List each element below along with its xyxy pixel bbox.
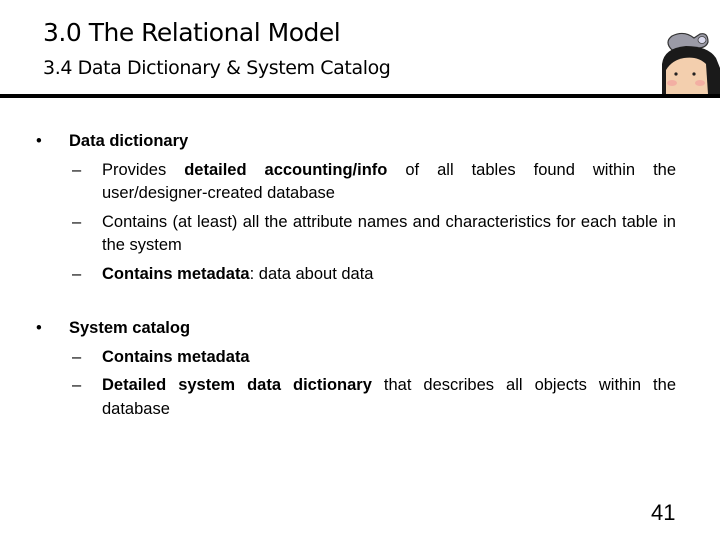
section-system-catalog: • System catalog – Contains metadata – D…: [36, 317, 676, 421]
mascot-character-icon: [662, 32, 720, 94]
slide-title: 3.0 The Relational Model: [43, 18, 341, 47]
sub-bullet-item: – Provides detailed accounting/info of a…: [72, 159, 676, 206]
bullet-heading: System catalog: [69, 319, 191, 337]
bullet-heading: Data dictionary: [69, 132, 189, 150]
section-data-dictionary: • Data dictionary – Provides detailed ac…: [36, 130, 676, 286]
page-number: 41: [651, 500, 676, 525]
bullet-item: • Data dictionary: [36, 130, 676, 154]
dash-icon: –: [72, 160, 82, 179]
bullet-item: • System catalog: [36, 317, 676, 341]
dash-icon: –: [72, 264, 82, 283]
sub-bullet-item: – Detailed system data dictionary that d…: [72, 374, 676, 421]
sub-bullet-text: Provides: [102, 160, 185, 179]
sub-bullet-item: – Contains (at least) all the attribute …: [72, 211, 676, 258]
sub-bullet-bold-text: Contains metadata: [102, 264, 250, 283]
sub-bullet-bold-text: detailed accounting/info: [184, 160, 388, 179]
sub-bullet-item: – Contains metadata: [72, 346, 676, 370]
sub-bullet-bold-text: Detailed system data dictionary: [102, 376, 372, 394]
sub-bullet-bold-text: Contains metadata: [102, 347, 250, 366]
bullet-icon: •: [36, 132, 42, 150]
slide-subtitle: 3.4 Data Dictionary & System Catalog: [43, 57, 391, 79]
bullet-icon: •: [36, 319, 42, 337]
dash-icon: –: [72, 212, 82, 231]
sub-bullet-text: : data about data: [249, 264, 374, 283]
sub-bullet-text: Contains (at least) all the attribute na…: [102, 212, 676, 255]
dash-icon: –: [72, 376, 82, 394]
dash-icon: –: [72, 347, 82, 366]
sub-bullet-item: – Contains metadata: data about data: [72, 263, 676, 287]
header-divider: [0, 94, 720, 98]
slide-body: • Data dictionary – Provides detailed ac…: [36, 130, 676, 421]
